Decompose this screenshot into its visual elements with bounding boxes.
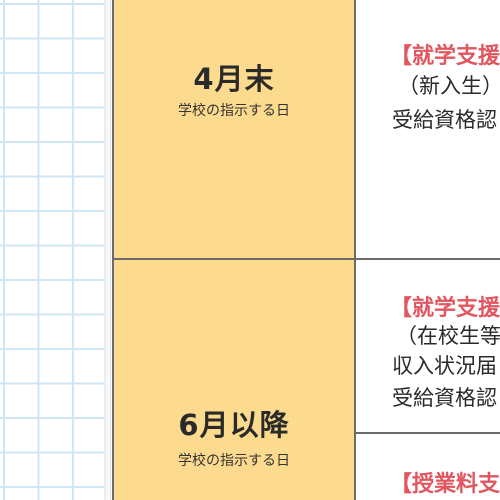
description-heading: 【授業料支 <box>390 472 500 497</box>
description-line: 受給資格認 <box>392 386 497 410</box>
page: 4月末 学校の指示する日 6月以降 学校の指示する日 【就学支援 （新入生） 受… <box>0 0 500 500</box>
date-cell-april: 4月末 学校の指示する日 <box>114 0 354 258</box>
schedule-table: 4月末 学校の指示する日 6月以降 学校の指示する日 【就学支援 （新入生） 受… <box>112 0 500 500</box>
date-label: 4月末 <box>193 62 275 96</box>
date-note: 学校の指示する日 <box>178 453 290 469</box>
description-cell-june: 【就学支援 （在校生等 収入状況届 受給資格認 <box>356 260 500 432</box>
description-cell-next: 【授業料支 <box>356 434 500 500</box>
description-cell-april: 【就学支援 （新入生） 受給資格認 <box>356 0 500 258</box>
date-note: 学校の指示する日 <box>178 103 290 119</box>
description-line: 受給資格認 <box>392 108 497 132</box>
description-line: （新入生） <box>398 74 500 98</box>
date-label: 6月以降 <box>178 408 290 442</box>
grid-paper-background <box>0 0 108 500</box>
description-line: 収入状況届 <box>392 354 497 378</box>
description-heading: 【就学支援 <box>390 296 500 321</box>
date-cell-june: 6月以降 学校の指示する日 <box>114 260 354 500</box>
date-column: 4月末 学校の指示する日 6月以降 学校の指示する日 <box>114 0 356 500</box>
description-heading: 【就学支援 <box>390 44 500 69</box>
page-edge <box>104 0 111 500</box>
description-line: （在校生等 <box>396 324 500 348</box>
